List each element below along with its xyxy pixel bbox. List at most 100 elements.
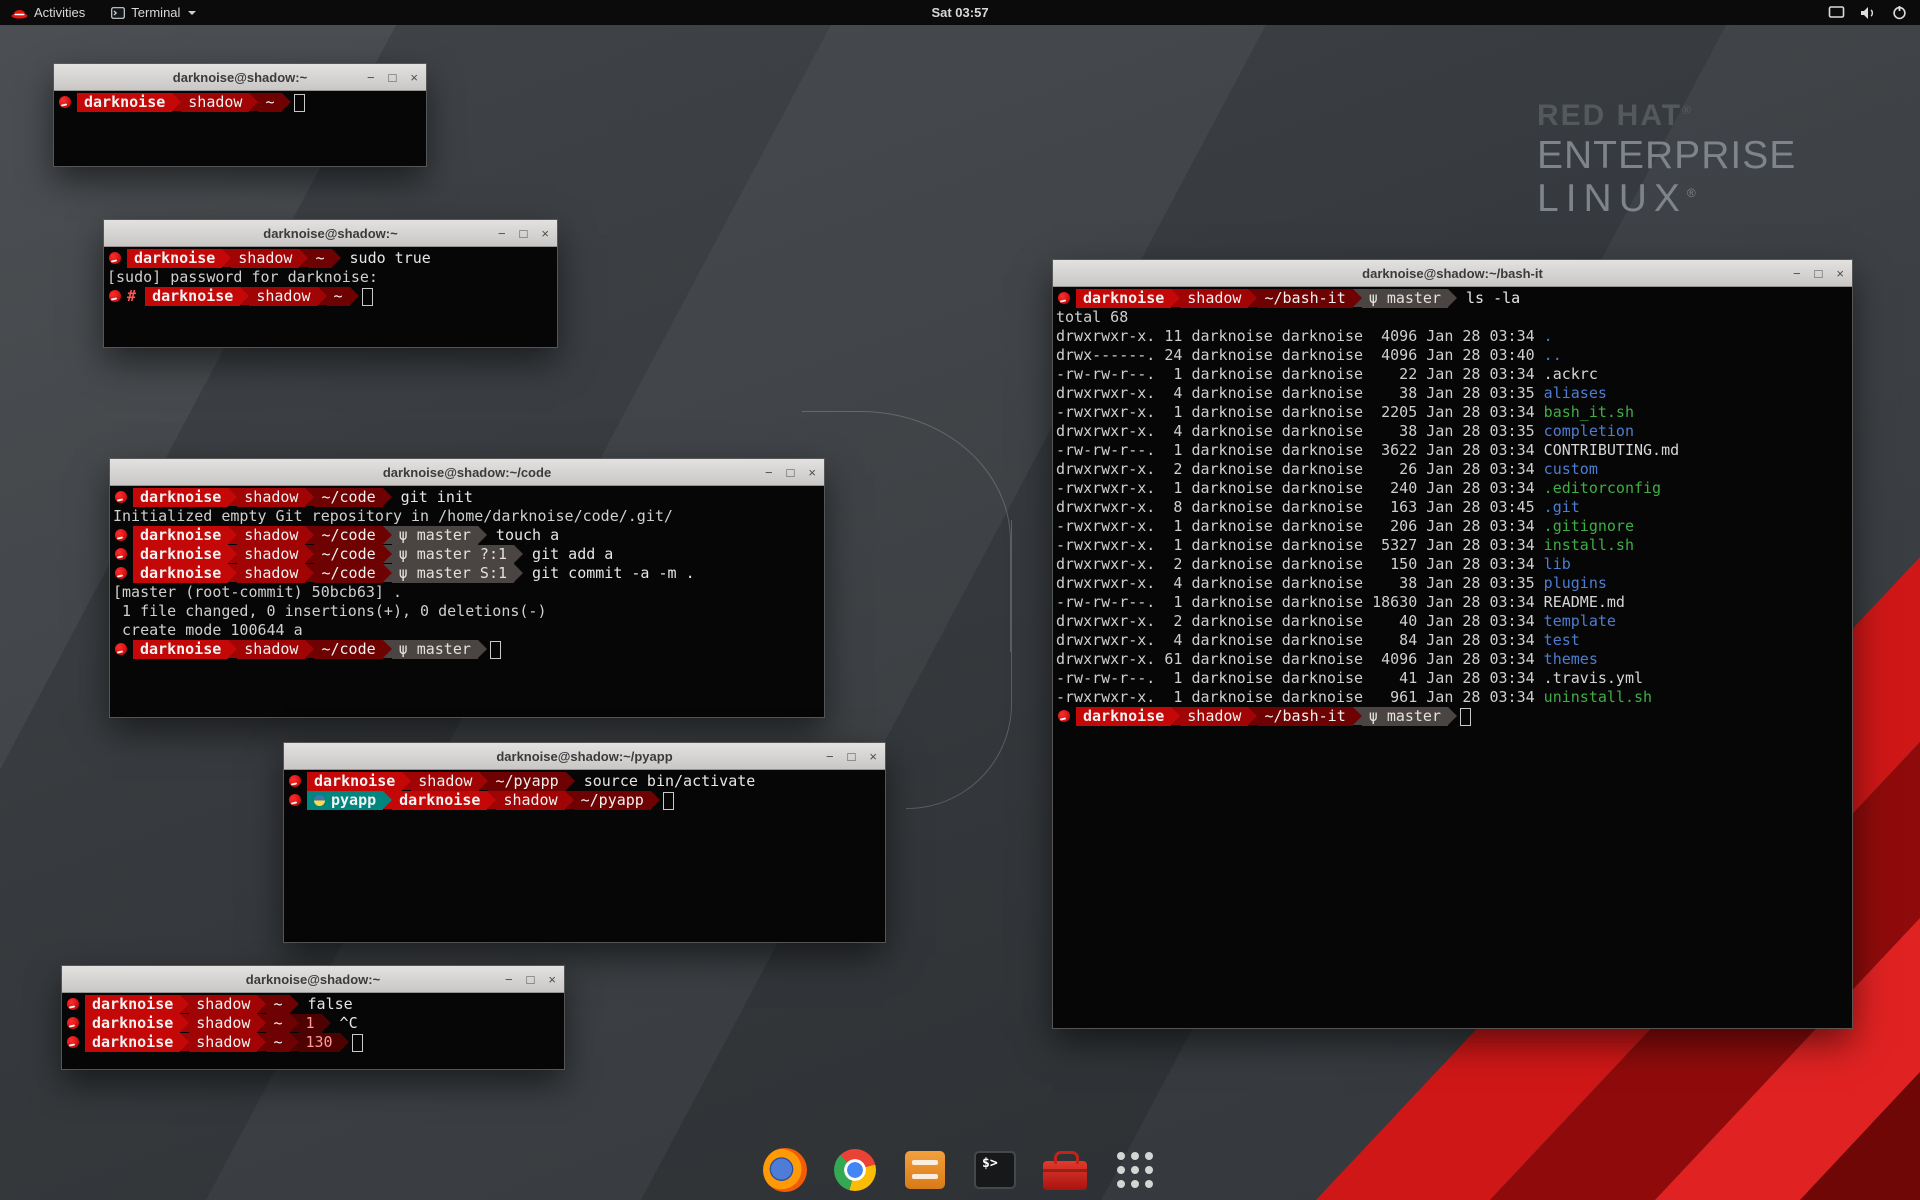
system-status-area (1828, 5, 1920, 20)
window-controls: − □ × (1793, 260, 1844, 286)
close-button[interactable]: × (410, 70, 418, 85)
powerline-separator (180, 1033, 189, 1051)
terminal-window-exit-codes: darknoise@shadow:~ − □ × darknoise shadow… (62, 966, 564, 1069)
terminal-content[interactable]: darknoiseshadow~ falsedarknoiseshadow~1 … (62, 993, 564, 1069)
terminal-content[interactable]: darknoiseshadow~/code git initInitialize… (110, 486, 824, 717)
dock-item-firefox[interactable] (761, 1146, 809, 1194)
terminal-line: drwxrwxr-x. 2 darknoise darknoise 150 Ja… (1056, 555, 1849, 574)
terminal-line: pyappdarknoiseshadow~/pyapp (287, 791, 882, 810)
activities-button[interactable]: Activities (0, 0, 96, 25)
prompt-segment-path: ~ (266, 995, 289, 1014)
redhat-prompt-icon (109, 290, 121, 302)
close-button[interactable]: × (869, 749, 877, 764)
dock-item-apps[interactable] (1111, 1146, 1159, 1194)
powerline-separator (228, 545, 237, 563)
prompt-segment-git: master (392, 526, 478, 545)
terminal-content[interactable]: darknoiseshadow~ (54, 91, 426, 166)
file-manager-icon (905, 1151, 945, 1189)
minimize-button[interactable]: − (1793, 266, 1801, 281)
prompt-segment-user: darknoise (133, 545, 228, 564)
prompt-segment-host: shadow (237, 526, 305, 545)
terminal-line: drwx------. 24 darknoise darknoise 4096 … (1056, 346, 1849, 365)
window-titlebar[interactable]: darknoise@shadow:~/code − □ × (110, 459, 824, 486)
prompt-segment-user: darknoise (85, 1033, 180, 1052)
window-titlebar[interactable]: darknoise@shadow:~ − □ × (104, 220, 557, 247)
prompt-segment-err: 1 (299, 1014, 322, 1033)
window-titlebar[interactable]: darknoise@shadow:~/bash-it − □ × (1053, 260, 1852, 287)
prompt-segment-git: master (1362, 707, 1448, 726)
maximize-button[interactable]: □ (787, 465, 795, 480)
terminal-line: darknoiseshadow~/codemaster ?:1 git add … (113, 545, 821, 564)
redhat-prompt-icon (115, 529, 127, 541)
file-attributes: -rwxrwxr-x. 1 darknoise darknoise 2205 J… (1056, 403, 1544, 421)
close-button[interactable]: × (541, 226, 549, 241)
volume-icon[interactable] (1860, 6, 1877, 20)
powerline-separator (383, 791, 392, 809)
prompt-segment-host: shadow (231, 249, 299, 268)
close-button[interactable]: × (548, 972, 556, 987)
window-titlebar[interactable]: darknoise@shadow:~ − □ × (62, 966, 564, 993)
maximize-button[interactable]: □ (389, 70, 397, 85)
prompt-segment-host: shadow (237, 488, 305, 507)
terminal-line: darknoiseshadow~/codemaster touch a (113, 526, 821, 545)
redhat-prompt-icon (1058, 292, 1070, 304)
close-button[interactable]: × (808, 465, 816, 480)
minimize-button[interactable]: − (765, 465, 773, 480)
terminal-line: drwxrwxr-x. 4 darknoise darknoise 38 Jan… (1056, 422, 1849, 441)
dock-item-files[interactable] (901, 1146, 949, 1194)
terminal-line: darknoiseshadow~/codemaster (113, 640, 821, 659)
file-attributes: drwxrwxr-x. 11 darknoise darknoise 4096 … (1056, 327, 1544, 345)
prompt-segment-user: darknoise (392, 791, 487, 810)
maximize-button[interactable]: □ (520, 226, 528, 241)
file-attributes: drwx------. 24 darknoise darknoise 4096 … (1056, 346, 1544, 364)
file-name: template (1544, 612, 1616, 630)
terminal-cursor (294, 94, 305, 112)
prompt-segment-user: darknoise (127, 249, 222, 268)
minimize-button[interactable]: − (367, 70, 375, 85)
window-titlebar[interactable]: darknoise@shadow:~/pyapp − □ × (284, 743, 885, 770)
powerline-separator (180, 1014, 189, 1032)
file-attributes: drwxrwxr-x. 4 darknoise darknoise 38 Jan… (1056, 574, 1544, 592)
powerline-separator (1171, 289, 1180, 307)
maximize-button[interactable]: □ (848, 749, 856, 764)
terminal-window-code: darknoise@shadow:~/code − □ × darknoises… (110, 459, 824, 717)
file-name: README.md (1544, 593, 1625, 611)
redhat-prompt-icon (115, 643, 127, 655)
terminal-line: darknoiseshadow~ (57, 93, 423, 112)
prompt-segment-git: master S:1 (392, 564, 514, 583)
terminal-window-pyapp: darknoise@shadow:~/pyapp − □ × darknoise… (284, 743, 885, 942)
terminal-line: drwxrwxr-x. 4 darknoise darknoise 38 Jan… (1056, 574, 1849, 593)
terminal-content[interactable]: darknoiseshadow~/pyapp source bin/activa… (284, 770, 885, 942)
window-titlebar[interactable]: darknoise@shadow:~ − □ × (54, 64, 426, 91)
dock: $> (761, 1146, 1159, 1194)
maximize-button[interactable]: □ (527, 972, 535, 987)
prompt-segment-venv: pyapp (307, 791, 383, 810)
prompt-segment-git: master (392, 640, 478, 659)
maximize-button[interactable]: □ (1815, 266, 1823, 281)
power-icon[interactable] (1892, 5, 1907, 20)
clock[interactable]: Sat 03:57 (931, 5, 988, 20)
minimize-button[interactable]: − (498, 226, 506, 241)
prompt-segment-err: 130 (299, 1033, 340, 1052)
powerline-separator (383, 488, 392, 506)
display-icon[interactable] (1828, 6, 1845, 19)
dock-item-terminal[interactable]: $> (971, 1146, 1019, 1194)
app-menu-terminal[interactable]: Terminal (100, 0, 207, 25)
file-attributes: -rw-rw-r--. 1 darknoise darknoise 41 Jan… (1056, 669, 1544, 687)
terminal-line: darknoiseshadow~/code git init (113, 488, 821, 507)
terminal-content[interactable]: darknoiseshadow~/bash-itmaster ls -latot… (1053, 287, 1852, 1028)
dock-item-toolbox[interactable] (1041, 1146, 1089, 1194)
file-attributes: -rwxrwxr-x. 1 darknoise darknoise 206 Ja… (1056, 517, 1544, 535)
close-button[interactable]: × (1836, 266, 1844, 281)
file-attributes: -rwxrwxr-x. 1 darknoise darknoise 5327 J… (1056, 536, 1544, 554)
powerline-separator (228, 526, 237, 544)
terminal-output-text: total 68 (1056, 308, 1128, 326)
minimize-button[interactable]: − (826, 749, 834, 764)
dock-item-chrome[interactable] (831, 1146, 879, 1194)
prompt-segment-host: shadow (189, 1033, 257, 1052)
redhat-wordmark: RED HAT® ENTERPRISE LINUX® (1537, 100, 1796, 220)
minimize-button[interactable]: − (505, 972, 513, 987)
terminal-line: darknoiseshadow~/bash-itmaster ls -la (1056, 289, 1849, 308)
terminal-line: [master (root-commit) 50bcb63] . (113, 583, 821, 602)
terminal-content[interactable]: darknoiseshadow~ sudo true[sudo] passwor… (104, 247, 557, 347)
